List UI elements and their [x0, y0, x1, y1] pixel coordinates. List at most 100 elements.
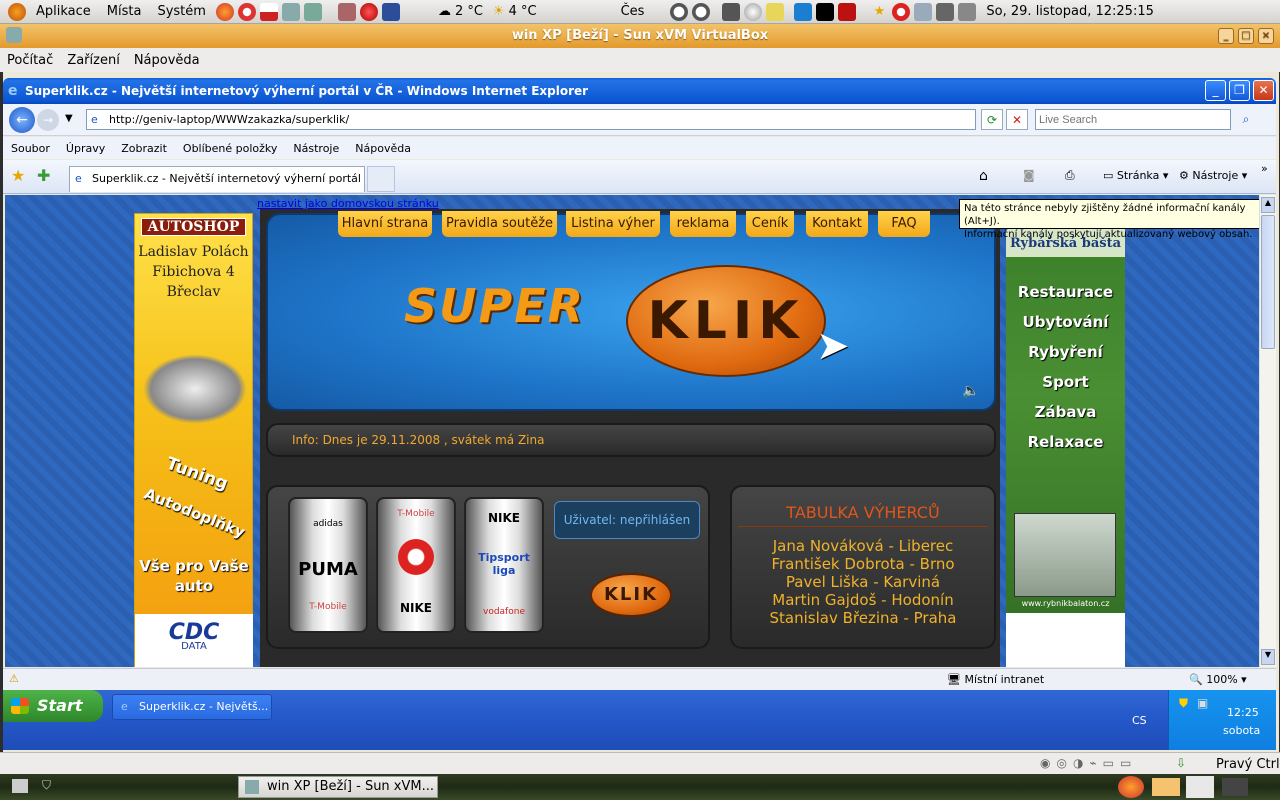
vbox-tray-task-icon[interactable]: [1186, 776, 1214, 798]
back-button[interactable]: ←: [9, 107, 35, 133]
menu-devices[interactable]: Zařízení: [60, 53, 127, 68]
ad-item-sport: Sport: [1042, 373, 1089, 391]
reel-2: T-Mobile NIKE: [376, 497, 456, 633]
new-tab-button[interactable]: [367, 166, 395, 192]
minimize-button[interactable]: _: [1218, 28, 1234, 44]
scroll-up-icon[interactable]: ▲: [1261, 197, 1275, 213]
host-key-label: Pravý Ctrl: [1216, 757, 1280, 772]
tool-icon[interactable]: [281, 2, 300, 21]
tray-time[interactable]: 12:25: [1227, 706, 1259, 719]
add-favorite-icon[interactable]: ✚: [37, 166, 50, 185]
address-bar[interactable]: e http://geniv-laptop/WWWzakazka/superkl…: [86, 109, 976, 130]
show-desktop-icon[interactable]: [12, 779, 28, 793]
menu-help[interactable]: Nápověda: [127, 53, 207, 68]
workspace-2[interactable]: [816, 2, 835, 21]
keyboard-layout[interactable]: Čes: [621, 4, 645, 19]
favorites-star-icon[interactable]: ★: [11, 166, 25, 185]
menu-system[interactable]: Systém: [149, 4, 213, 19]
cart-icon[interactable]: [337, 2, 356, 21]
notes-icon[interactable]: [766, 2, 785, 21]
nav-faq[interactable]: FAQ: [878, 211, 930, 237]
stop-button[interactable]: ✕: [1006, 109, 1028, 130]
menu-file[interactable]: Soubor: [3, 142, 58, 155]
menu-tools[interactable]: Nástroje: [285, 142, 347, 155]
firefox-icon[interactable]: [215, 2, 234, 21]
network-tray-icon[interactable]: ▣: [1197, 696, 1208, 710]
help-icon[interactable]: [237, 2, 256, 21]
reel-1-top: adidas: [313, 519, 343, 529]
flag-icon[interactable]: [259, 2, 278, 21]
nav-pricing[interactable]: Ceník: [746, 211, 794, 237]
sound-icon[interactable]: 🔈: [962, 383, 979, 399]
gnome-top-panel: Aplikace Místa Systém ☁ 2 °C ☀ 4 °C Čes …: [0, 0, 1280, 24]
nav-home[interactable]: Hlavní strana: [338, 211, 432, 237]
network-icon-2[interactable]: [936, 2, 955, 21]
right-ad-balaton[interactable]: Rybník Balaton Rybářská bašta Restaurace…: [1006, 213, 1125, 667]
nav-advertising[interactable]: reklama: [670, 211, 736, 237]
star-icon[interactable]: ★: [870, 3, 888, 21]
page-menu[interactable]: ▭ Stránka ▾: [1103, 169, 1168, 182]
brightness-icon[interactable]: [744, 2, 763, 21]
scroll-thumb[interactable]: [1261, 215, 1275, 349]
winners-title: TABULKA VÝHERCŮ: [738, 503, 988, 527]
scroll-down-icon[interactable]: ▼: [1261, 649, 1275, 665]
taskbar-ie-task[interactable]: e Superklik.cz - Největš...: [112, 694, 272, 720]
warning-icon[interactable]: ⚠: [9, 672, 19, 685]
nav-rules[interactable]: Pravidla soutěže: [442, 211, 557, 237]
language-indicator[interactable]: CS: [1132, 714, 1147, 727]
menu-places[interactable]: Místa: [99, 4, 150, 19]
print-icon[interactable]: ⎙: [1065, 168, 1075, 183]
info-text: Info: Dnes je 29.11.2008 , svátek má Zin…: [292, 433, 545, 447]
taskbar-vbox-task[interactable]: win XP [Beží] - Sun xVM...: [238, 776, 438, 798]
chevron-right-icon[interactable]: »: [1261, 162, 1268, 175]
search-input[interactable]: [1035, 109, 1231, 130]
history-dropdown-icon[interactable]: ▼: [65, 113, 73, 124]
files-icon[interactable]: [303, 2, 322, 21]
menu-applications[interactable]: Aplikace: [28, 4, 99, 19]
nav-contact[interactable]: Kontakt: [806, 211, 868, 237]
refresh-button[interactable]: ⟳: [981, 109, 1003, 130]
vbox-device-icons[interactable]: ◉◎◑⌁▭▭: [1040, 756, 1137, 770]
ie-minimize-button[interactable]: _: [1205, 80, 1226, 101]
monitor-icon[interactable]: [722, 2, 741, 21]
search-icon[interactable]: ⌕: [1235, 109, 1257, 130]
ubuntu-logo-icon[interactable]: [8, 2, 26, 21]
nav-prize-list[interactable]: Listina výher: [566, 211, 660, 237]
ie-restore-button[interactable]: ❐: [1229, 80, 1250, 101]
firefox-task-icon[interactable]: [1118, 776, 1144, 798]
zoom-control[interactable]: 🔍 100% ▾: [1189, 673, 1247, 686]
folder-task-icon[interactable]: [1152, 778, 1180, 796]
terminal-task-icon[interactable]: [1222, 778, 1248, 796]
klik-button[interactable]: KLIK: [590, 573, 672, 617]
tab-superklik[interactable]: e Superklik.cz - Největší internetový vý…: [69, 166, 365, 192]
start-button[interactable]: Start: [3, 690, 103, 722]
clock[interactable]: So, 29. listopad, 12:25:15: [986, 4, 1153, 19]
vertical-scrollbar[interactable]: ▲ ▼: [1259, 195, 1276, 667]
trash-icon[interactable]: ⛉: [42, 778, 51, 793]
menu-edit[interactable]: Úpravy: [58, 142, 113, 155]
feeds-icon[interactable]: ◙: [1023, 168, 1035, 182]
workspace-1[interactable]: [794, 2, 813, 21]
left-ad-autoshop[interactable]: AUTOSHOP Ladislav Polách Fibichova 4 Bře…: [134, 213, 253, 667]
home-icon[interactable]: ⌂: [979, 168, 988, 184]
volume-icon[interactable]: [958, 2, 977, 21]
maximize-button[interactable]: □: [1238, 28, 1254, 44]
network-icon[interactable]: [914, 2, 933, 21]
tools-menu[interactable]: ⚙ Nástroje ▾: [1179, 169, 1247, 182]
launcher-icon[interactable]: [381, 2, 400, 21]
security-shield-icon[interactable]: ⛊: [1179, 696, 1188, 711]
reel-3-top: NIKE: [487, 511, 520, 525]
no-entry-icon[interactable]: [892, 2, 911, 21]
menu-ie-help[interactable]: Nápověda: [347, 142, 419, 155]
vbox-window-icon[interactable]: [6, 27, 22, 43]
menu-favorites[interactable]: Oblíbené položky: [175, 142, 286, 155]
ad-item-fun: Zábava: [1034, 403, 1097, 421]
apple-icon[interactable]: [359, 2, 378, 21]
ad-item-fishing: Rybyření: [1028, 343, 1103, 361]
menu-view[interactable]: Zobrazit: [113, 142, 175, 155]
forward-button[interactable]: →: [37, 109, 59, 131]
ie-close-button[interactable]: ✕: [1253, 80, 1274, 101]
close-button[interactable]: ×: [1258, 28, 1274, 44]
menu-computer[interactable]: Počítač: [0, 53, 60, 68]
workspace-3[interactable]: [838, 2, 857, 21]
